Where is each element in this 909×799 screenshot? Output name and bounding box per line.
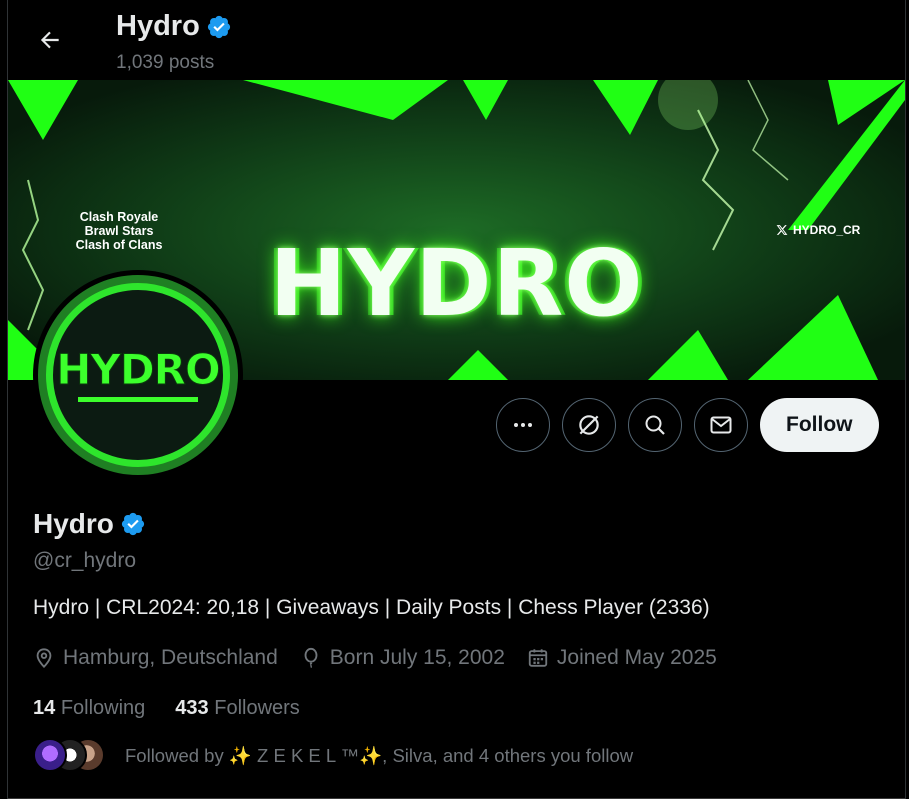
profile-header: Hydro 1,039 posts	[8, 0, 905, 80]
profile-handle: @cr_hydro	[33, 549, 137, 572]
location-text: Hamburg, Deutschland	[63, 646, 278, 669]
back-button[interactable]	[30, 20, 70, 60]
following-link[interactable]: 14 Following	[33, 697, 145, 720]
avatar-image: HYDRO	[38, 275, 238, 475]
followers-link[interactable]: 433 Followers	[175, 697, 300, 720]
joined-text: Joined May 2025	[556, 646, 717, 669]
profile-meta: Hamburg, Deutschland Born July 15, 2002 …	[33, 646, 717, 670]
banner-x-handle-text: HYDRO_CR	[793, 223, 861, 237]
joined-date: Joined May 2025	[527, 646, 717, 670]
grok-button[interactable]	[562, 398, 616, 452]
verified-badge-icon	[207, 15, 230, 38]
banner-x-handle: HYDRO_CR	[776, 223, 860, 237]
birthday: Born July 15, 2002	[300, 646, 505, 670]
scrollbar[interactable]	[905, 0, 909, 799]
location: Hamburg, Deutschland	[33, 646, 278, 670]
envelope-icon	[710, 416, 732, 434]
avatar-underline	[78, 396, 198, 402]
banner-game: Clash Royale	[79, 210, 159, 224]
following-label: Following	[60, 697, 146, 719]
profile-name: Hydro	[33, 508, 146, 540]
location-pin-icon	[36, 648, 52, 669]
profile-bio: Hydro | CRL2024: 20,18 | Giveaways | Dai…	[33, 596, 710, 619]
balloon-icon	[304, 647, 318, 669]
avatar[interactable]: HYDRO	[33, 270, 243, 480]
birthday-text: Born July 15, 2002	[329, 646, 505, 669]
verified-badge-icon[interactable]	[120, 511, 146, 537]
profile-actions: Follow	[496, 398, 879, 452]
mini-avatar	[33, 738, 67, 772]
message-button[interactable]	[694, 398, 748, 452]
followers-label: Followers	[214, 697, 300, 719]
header-title: Hydro	[116, 10, 232, 43]
following-count: 14	[33, 697, 56, 719]
follow-stats: 14 Following 433 Followers	[33, 697, 300, 720]
posts-count: 1,039 posts	[116, 52, 215, 73]
arrow-left-icon	[40, 31, 59, 49]
search-icon	[645, 415, 665, 435]
header-name: Hydro	[116, 10, 200, 42]
more-dots-icon	[514, 423, 532, 427]
followed-by[interactable]: Followed by ✨ Z E K E L ™✨, Silva, and 4…	[33, 738, 633, 774]
avatar-ring: HYDRO	[46, 283, 230, 467]
grok-icon	[579, 415, 599, 435]
x-logo-icon	[776, 225, 788, 235]
followers-you-know-avatars	[33, 738, 105, 774]
banner-game: Brawl Stars	[84, 224, 154, 238]
followed-by-text: Followed by ✨ Z E K E L ™✨, Silva, and 4…	[125, 745, 634, 766]
avatar-logo-text: HYDRO	[56, 344, 221, 394]
profile-name-text: Hydro	[33, 508, 114, 539]
calendar-icon	[528, 649, 548, 667]
followers-count: 433	[175, 697, 209, 719]
more-button[interactable]	[496, 398, 550, 452]
left-gutter	[0, 0, 8, 799]
search-button[interactable]	[628, 398, 682, 452]
follow-button[interactable]: Follow	[760, 398, 879, 452]
